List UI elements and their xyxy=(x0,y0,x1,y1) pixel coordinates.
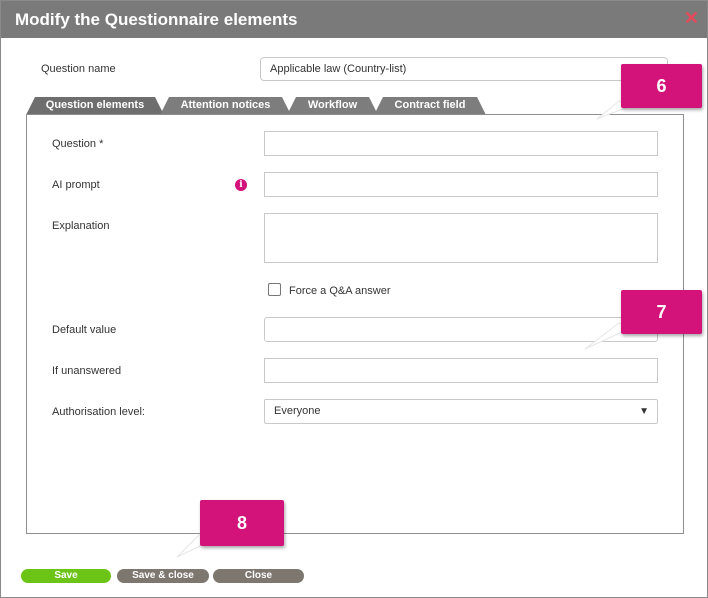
ai-prompt-label: AI prompt xyxy=(52,179,100,191)
callout-6: 6 xyxy=(621,64,702,108)
question-name-label: Question name xyxy=(41,63,116,75)
tab-label: Workflow xyxy=(307,99,358,111)
if-unanswered-label: If unanswered xyxy=(52,365,122,377)
default-value-input[interactable] xyxy=(264,317,658,342)
force-qa-checkbox[interactable] xyxy=(268,283,281,296)
callout-8: 8 xyxy=(200,500,284,546)
if-unanswered-input[interactable] xyxy=(264,358,658,383)
info-icon[interactable]: i xyxy=(235,179,247,191)
close-icon[interactable]: ✕ xyxy=(684,9,699,27)
tab-attention-notices[interactable]: Attention notices xyxy=(160,97,291,115)
modal-dialog: Modify the Questionnaire elements ✕ Ques… xyxy=(0,0,708,598)
tab-label: Attention notices xyxy=(180,99,271,111)
dialog-title: Modify the Questionnaire elements xyxy=(15,10,298,29)
dialog-titlebar: Modify the Questionnaire elements ✕ xyxy=(1,1,707,38)
ai-prompt-input[interactable] xyxy=(264,172,658,197)
tab-contract-field[interactable]: Contract field xyxy=(374,97,486,115)
tab-label: Question elements xyxy=(45,99,145,111)
select-value: Everyone xyxy=(274,405,321,417)
authorisation-level-select[interactable]: Everyone ▼ xyxy=(264,399,658,424)
authorisation-level-label: Authorisation level: xyxy=(52,406,145,418)
force-qa-label: Force a Q&A answer xyxy=(289,285,391,297)
tab-question-elements[interactable]: Question elements xyxy=(26,97,164,115)
default-value-label: Default value xyxy=(52,324,117,336)
explanation-textarea[interactable] xyxy=(264,213,658,263)
tab-workflow[interactable]: Workflow xyxy=(287,97,378,115)
question-label: Question * xyxy=(52,138,104,150)
question-input[interactable] xyxy=(264,131,658,156)
tab-label: Contract field xyxy=(394,99,466,111)
save-and-close-button[interactable]: Save & close xyxy=(117,569,209,583)
chevron-down-icon: ▼ xyxy=(639,406,649,417)
question-name-field[interactable]: Applicable law (Country-list) xyxy=(260,57,668,81)
save-button[interactable]: Save xyxy=(21,569,111,583)
close-button[interactable]: Close xyxy=(213,569,304,583)
explanation-label: Explanation xyxy=(52,220,110,232)
callout-7: 7 xyxy=(621,290,702,334)
